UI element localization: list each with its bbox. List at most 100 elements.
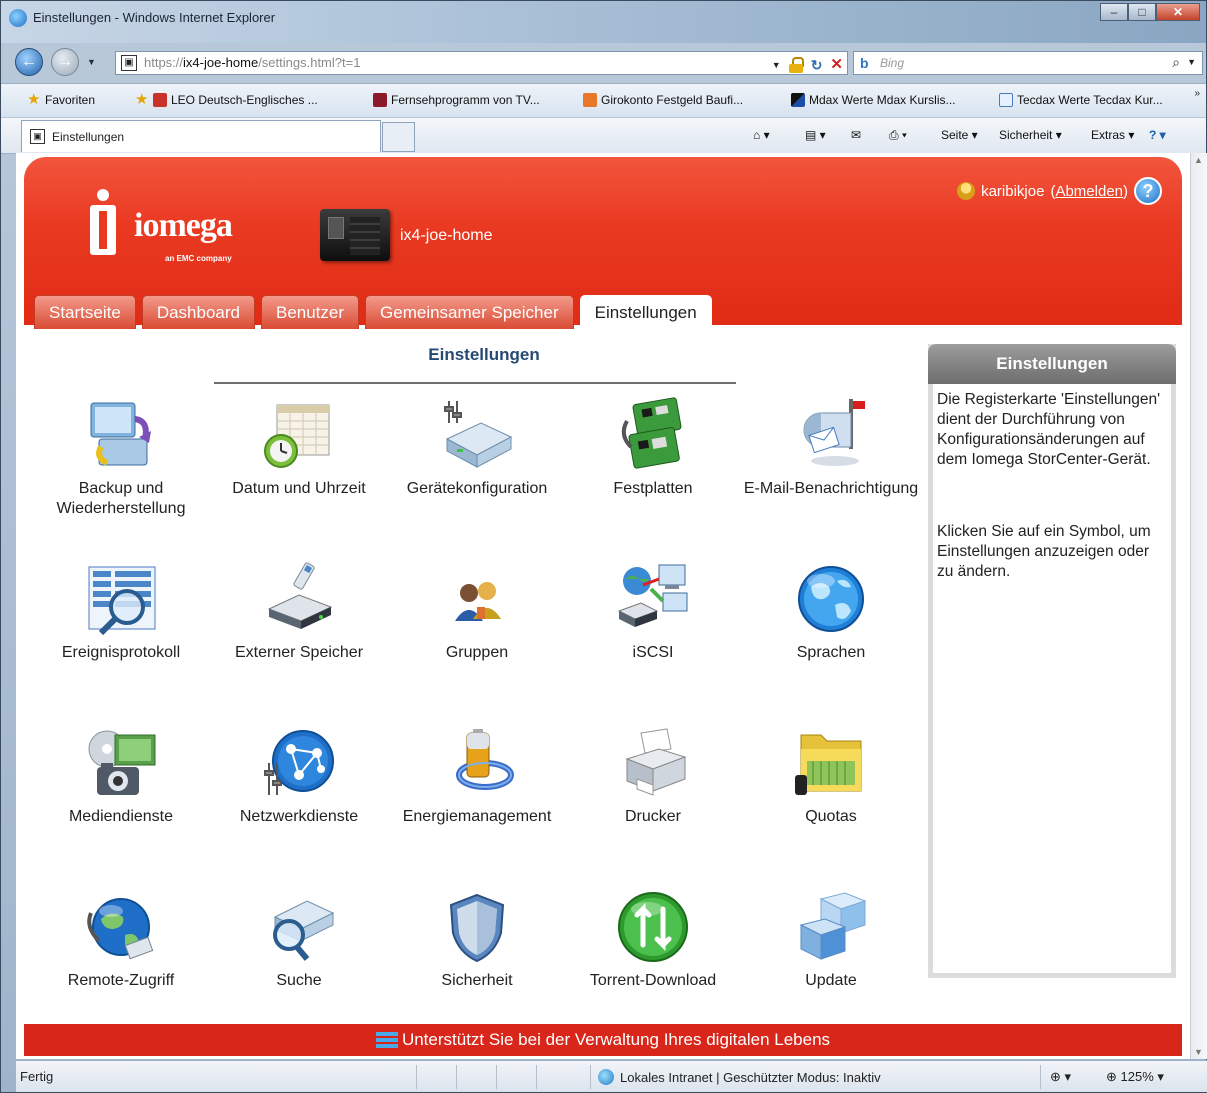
- stop-icon[interactable]: ✕: [830, 54, 843, 76]
- favorites-button[interactable]: ★ Favoriten: [27, 92, 95, 107]
- bank-icon: [583, 93, 597, 107]
- status-text: Fertig: [20, 1069, 54, 1084]
- extras-menu[interactable]: Extras ▾: [1091, 128, 1134, 142]
- scroll-down-icon[interactable]: ▼: [1194, 1047, 1203, 1057]
- refresh-icon[interactable]: ↻: [811, 54, 823, 76]
- calendar-clock-icon: [259, 397, 339, 475]
- tab-startseite[interactable]: Startseite: [34, 295, 136, 329]
- tile-power[interactable]: Energiemanagement: [388, 725, 566, 827]
- intranet-globe-icon: [598, 1069, 614, 1085]
- popup-blocker-icon[interactable]: ⊕ ▾: [1050, 1069, 1071, 1085]
- tile-quotas[interactable]: Quotas: [742, 725, 920, 827]
- tile-update[interactable]: Update: [742, 889, 920, 991]
- favorite-link-tecdax[interactable]: Tecdax Werte Tecdax Kur...: [999, 93, 1163, 107]
- tab-gemeinsamer-speicher[interactable]: Gemeinsamer Speicher: [365, 295, 574, 329]
- feeds-icon[interactable]: ▤ ▾: [805, 128, 826, 142]
- tile-iscsi[interactable]: iSCSI: [564, 561, 742, 663]
- tile-device-config[interactable]: Gerätekonfiguration: [388, 397, 566, 499]
- tile-label: Backup und Wiederherstellung: [56, 480, 186, 517]
- help-icon[interactable]: ?: [1134, 177, 1162, 205]
- tile-email[interactable]: E-Mail-Benachrichtigung: [742, 397, 920, 499]
- brand-name: iomega: [134, 207, 233, 244]
- search-dropdown-icon[interactable]: ▼: [1187, 57, 1196, 67]
- iscsi-network-icon: [613, 561, 693, 639]
- stack-logo-icon: [375, 1031, 398, 1050]
- address-bar[interactable]: ▣ https://ix4-joe-home/settings.html?t=1…: [115, 51, 848, 75]
- tab-dashboard[interactable]: Dashboard: [141, 295, 255, 329]
- logout-link[interactable]: Abmelden: [1055, 183, 1123, 200]
- title-bar: Einstellungen - Windows Internet Explore…: [1, 1, 1206, 43]
- maximize-button[interactable]: □: [1128, 3, 1156, 21]
- tile-languages[interactable]: Sprachen: [742, 561, 920, 663]
- browser-tab[interactable]: ▣ Einstellungen: [21, 120, 381, 152]
- print-icon[interactable]: ⎙ ▾: [889, 128, 907, 143]
- bing-logo-icon: b: [860, 55, 869, 71]
- tv-icon: [373, 93, 387, 107]
- history-dropdown-icon[interactable]: ▼: [87, 57, 96, 67]
- media-icon: [81, 725, 161, 803]
- favorite-link-mdax[interactable]: Mdax Werte Mdax Kurslis...: [791, 93, 955, 107]
- search-box[interactable]: b Bing ⌕ ▼: [853, 51, 1203, 75]
- forward-button[interactable]: →: [51, 48, 79, 76]
- username: karibikjoe: [981, 182, 1045, 200]
- status-divider: [590, 1065, 591, 1089]
- printer-icon: [613, 725, 693, 803]
- site-favicon-icon: ▣: [121, 55, 137, 71]
- window-title: Einstellungen - Windows Internet Explore…: [33, 10, 276, 25]
- search-placeholder: Bing: [880, 56, 905, 70]
- favorite-link-leo[interactable]: ★ LEO Deutsch-Englisches ...: [135, 92, 318, 107]
- address-dropdown-icon[interactable]: ▼: [772, 54, 781, 76]
- external-drive-icon: [259, 561, 339, 639]
- more-favorites-icon[interactable]: »: [1194, 88, 1200, 99]
- tile-label: Ereignisprotokoll: [61, 644, 181, 661]
- logout-paren: (Abmelden): [1050, 182, 1128, 200]
- status-divider: [496, 1065, 497, 1089]
- security-menu[interactable]: Sicherheit ▾: [999, 128, 1062, 142]
- tile-security[interactable]: Sicherheit: [388, 889, 566, 991]
- tile-label: Torrent-Download: [589, 972, 717, 989]
- tile-groups[interactable]: Gruppen: [388, 561, 566, 663]
- mail-icon[interactable]: ✉: [851, 128, 861, 142]
- tile-remote[interactable]: Remote-Zugriff: [32, 889, 210, 991]
- page-header: iomega an EMC company ix4-joe-home karib…: [24, 157, 1182, 329]
- tab-einstellungen[interactable]: Einstellungen: [579, 295, 712, 329]
- favorite-link-giro[interactable]: Girokonto Festgeld Baufi...: [583, 93, 743, 107]
- tile-label: Drucker: [624, 808, 681, 825]
- close-button[interactable]: ✕: [1156, 3, 1200, 21]
- new-tab-button[interactable]: [382, 122, 415, 152]
- tile-printer[interactable]: Drucker: [564, 725, 742, 827]
- favorite-link-tv[interactable]: Fernsehprogramm von TV...: [373, 93, 540, 107]
- security-zone[interactable]: Lokales Intranet | Geschützter Modus: In…: [598, 1069, 881, 1085]
- tab-favicon-icon: ▣: [30, 129, 45, 144]
- backup-icon: [81, 397, 161, 475]
- scroll-up-icon[interactable]: ▲: [1194, 155, 1203, 165]
- info-text-2: Klicken Sie auf ein Symbol, um Einstellu…: [937, 523, 1151, 580]
- vertical-scrollbar[interactable]: ▲ ▼: [1190, 153, 1207, 1059]
- search-icon[interactable]: ⌕: [1172, 54, 1180, 71]
- page-menu[interactable]: Seite ▾: [941, 128, 978, 142]
- lock-icon[interactable]: [788, 57, 804, 73]
- mailbox-icon: [791, 397, 871, 475]
- tile-external[interactable]: Externer Speicher: [210, 561, 388, 663]
- tab-benutzer[interactable]: Benutzer: [260, 295, 360, 329]
- tile-log[interactable]: Ereignisprotokoll: [32, 561, 210, 663]
- navigation-bar: ← → ▼ ▣ https://ix4-joe-home/settings.ht…: [1, 43, 1206, 81]
- tile-disks[interactable]: Festplatten: [564, 397, 742, 499]
- minimize-button[interactable]: –: [1100, 3, 1128, 21]
- disk-board-icon: [613, 397, 693, 475]
- tile-media[interactable]: Mediendienste: [32, 725, 210, 827]
- tile-label: Festplatten: [613, 480, 693, 497]
- tile-backup[interactable]: Backup und Wiederherstellung: [32, 397, 210, 519]
- home-icon[interactable]: ⌂ ▾: [753, 128, 770, 142]
- footer-bar: Unterstützt Sie bei der Verwaltung Ihres…: [24, 1024, 1182, 1056]
- help-menu-icon[interactable]: ? ▾: [1149, 128, 1166, 142]
- window-controls: – □ ✕: [1100, 3, 1200, 21]
- tile-network[interactable]: Netzwerkdienste: [210, 725, 388, 827]
- tile-search[interactable]: Suche: [210, 889, 388, 991]
- mdax-icon: [791, 93, 805, 107]
- zone-text: Lokales Intranet | Geschützter Modus: In…: [620, 1069, 881, 1085]
- back-button[interactable]: ←: [15, 48, 43, 76]
- tile-datetime[interactable]: Datum und Uhrzeit: [210, 397, 388, 499]
- tile-torrent[interactable]: Torrent-Download: [564, 889, 742, 991]
- zoom-control[interactable]: ⊕ 125% ▾: [1106, 1069, 1164, 1085]
